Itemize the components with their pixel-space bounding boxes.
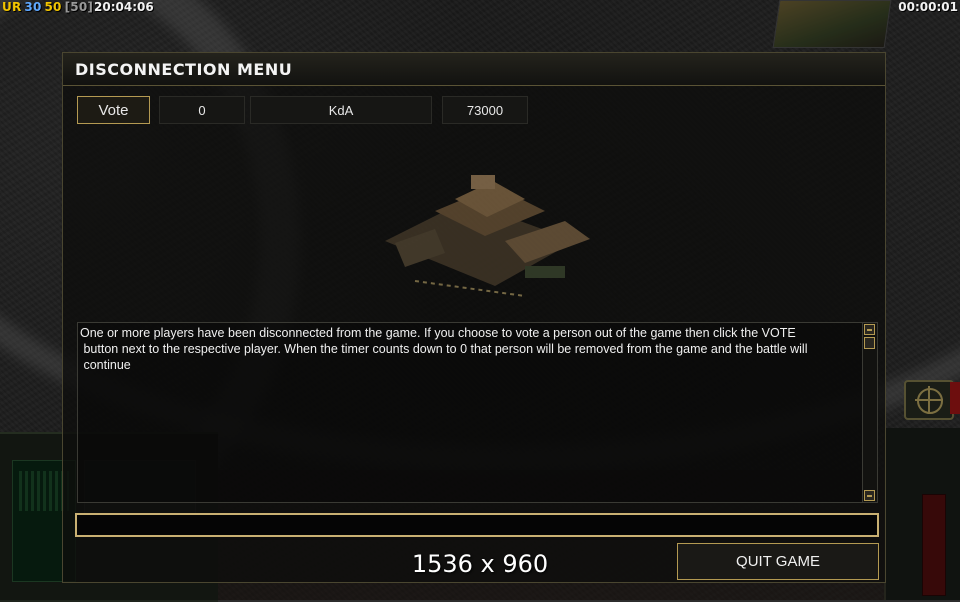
vote-button[interactable]: Vote [77,96,150,124]
message-scrollbar[interactable] [862,323,877,502]
base-building-image [385,175,590,297]
elapsed-timer: 00:00:01 [898,0,958,14]
disconnection-menu: DISCONNECTION MENU Vote 0 KdA 73000 One … [62,52,886,583]
resolution-watermark: 1536 x 960 [411,550,549,578]
vote-countdown-timer: 73000 [442,96,528,124]
fps-current: 30 [24,0,42,14]
message-box[interactable]: One or more players have been disconnect… [77,322,878,503]
player-score: 0 [159,96,245,124]
game-clock: 20:04:06 [94,0,154,14]
fps-prefix: UR [2,0,22,14]
fps-target: [50] [64,0,94,14]
player-name: KdA [250,96,432,124]
disconnection-message: One or more players have been disconnect… [80,326,808,372]
scroll-down-button[interactable] [864,490,875,501]
fps-counter: UR 30 50 [50] [2,0,96,14]
dialog-title: DISCONNECTION MENU [75,60,293,79]
dialog-header: DISCONNECTION MENU [63,53,885,86]
scroll-up-button[interactable] [864,324,875,335]
fps-limit: 50 [44,0,62,14]
scroll-thumb[interactable] [864,337,875,349]
chat-input[interactable] [75,513,879,537]
